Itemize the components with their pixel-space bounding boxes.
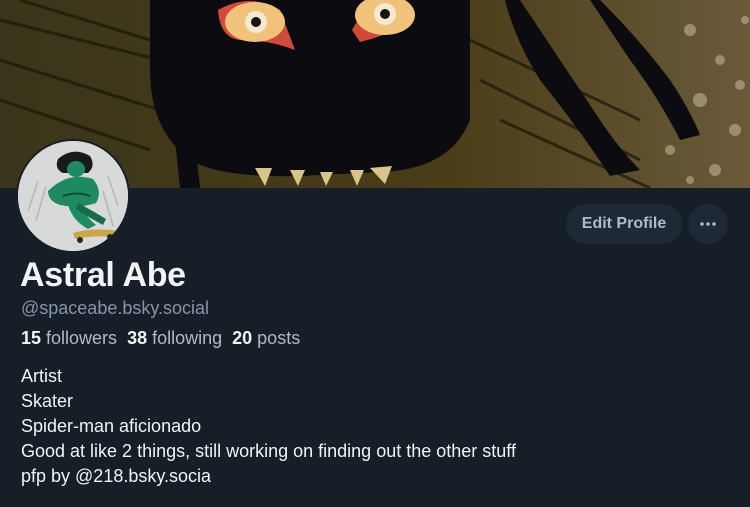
followers-stat[interactable]: 15 followers xyxy=(21,328,117,349)
bio-line: Spider-man aficionado xyxy=(21,416,202,436)
bio-line: Good at like 2 things, still working on … xyxy=(21,441,516,461)
more-options-button[interactable] xyxy=(688,204,728,244)
handle: @spaceabe.bsky.social xyxy=(21,298,210,318)
edit-profile-button[interactable]: Edit Profile xyxy=(566,204,682,244)
ellipsis-icon xyxy=(700,222,716,226)
bio-line: Artist xyxy=(21,366,63,386)
bio-line: pfp by @218.bsky.socia xyxy=(21,466,212,486)
avatar-illustration xyxy=(18,141,128,251)
posts-stat: 20 posts xyxy=(232,328,300,349)
avatar[interactable] xyxy=(16,139,130,253)
bio-line: Skater xyxy=(21,391,74,411)
followers-label: followers xyxy=(46,328,118,348)
posts-count: 20 xyxy=(232,328,253,348)
posts-label: posts xyxy=(257,328,301,348)
following-count: 38 xyxy=(127,328,148,348)
profile-bio: Artist Skater Spider-man aficionado Good… xyxy=(21,364,516,489)
profile-page: Edit Profile Astral Abe @spaceabe.bsky.s… xyxy=(0,0,750,507)
profile-stats: 15 followers 38 following 20 posts xyxy=(21,328,300,349)
followers-count: 15 xyxy=(21,328,42,348)
following-stat[interactable]: 38 following xyxy=(127,328,222,349)
following-label: following xyxy=(152,328,223,348)
display-name: Astral Abe xyxy=(20,256,186,294)
